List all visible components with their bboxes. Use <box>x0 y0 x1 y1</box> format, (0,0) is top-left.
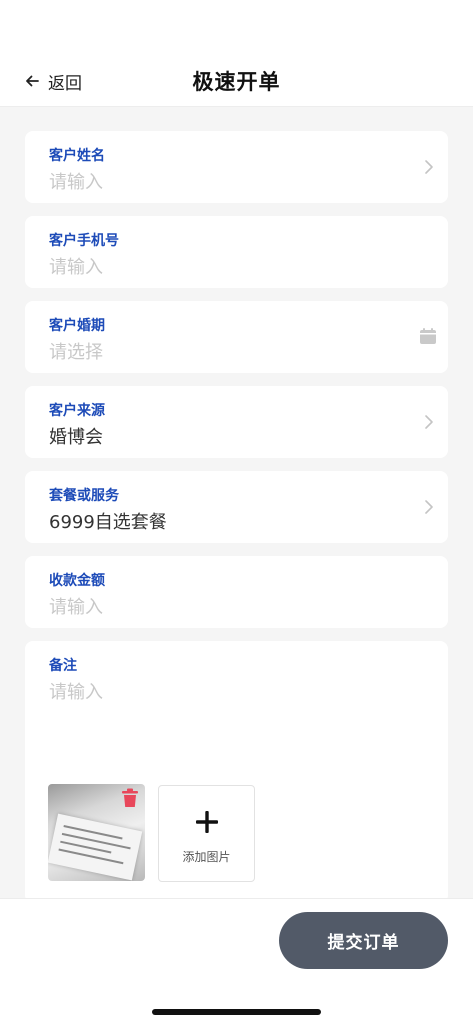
trash-icon[interactable] <box>121 788 139 808</box>
customer-name-field[interactable]: 客户姓名 请输入 <box>25 131 448 203</box>
wedding-date-field[interactable]: 客户婚期 请选择 <box>25 301 448 373</box>
chevron-right-icon <box>425 500 433 514</box>
field-label: 客户婚期 <box>49 318 105 334</box>
package-value[interactable]: 6999自选套餐 <box>49 508 167 534</box>
calendar-icon[interactable] <box>419 327 437 345</box>
field-label: 收款金额 <box>49 573 105 589</box>
package-field[interactable]: 套餐或服务 6999自选套餐 <box>25 471 448 543</box>
customer-phone-field[interactable]: 客户手机号 请输入 <box>25 216 448 288</box>
customer-source-value[interactable]: 婚博会 <box>49 423 103 449</box>
chevron-right-icon <box>425 160 433 174</box>
field-label: 套餐或服务 <box>49 488 119 504</box>
plus-icon <box>196 811 218 833</box>
field-label: 客户手机号 <box>49 233 119 249</box>
home-indicator <box>152 1009 321 1015</box>
bottom-bar: 提交订单 <box>0 898 473 1025</box>
remarks-textarea[interactable]: 请输入 <box>49 678 103 704</box>
payment-amount-input[interactable]: 请输入 <box>49 593 103 619</box>
wedding-date-picker[interactable]: 请选择 <box>49 338 103 364</box>
add-photo-label: 添加图片 <box>182 850 231 864</box>
customer-source-field[interactable]: 客户来源 婚博会 <box>25 386 448 458</box>
field-label: 客户来源 <box>49 403 105 419</box>
add-photo-button[interactable]: 添加图片 <box>158 785 255 882</box>
field-label: 备注 <box>49 658 77 674</box>
chevron-right-icon <box>425 415 433 429</box>
submit-order-button[interactable]: 提交订单 <box>279 912 448 969</box>
page-title: 极速开单 <box>192 70 281 94</box>
customer-name-input[interactable]: 请输入 <box>49 168 103 194</box>
document-photo <box>48 813 143 881</box>
attached-photo-thumbnail[interactable] <box>48 784 145 881</box>
remarks-field: 备注 请输入 添加图片 <box>25 641 448 903</box>
payment-amount-field[interactable]: 收款金额 请输入 <box>25 556 448 628</box>
field-label: 客户姓名 <box>49 148 105 164</box>
customer-phone-input[interactable]: 请输入 <box>49 253 103 279</box>
nav-header: 返回 极速开单 <box>0 0 473 107</box>
